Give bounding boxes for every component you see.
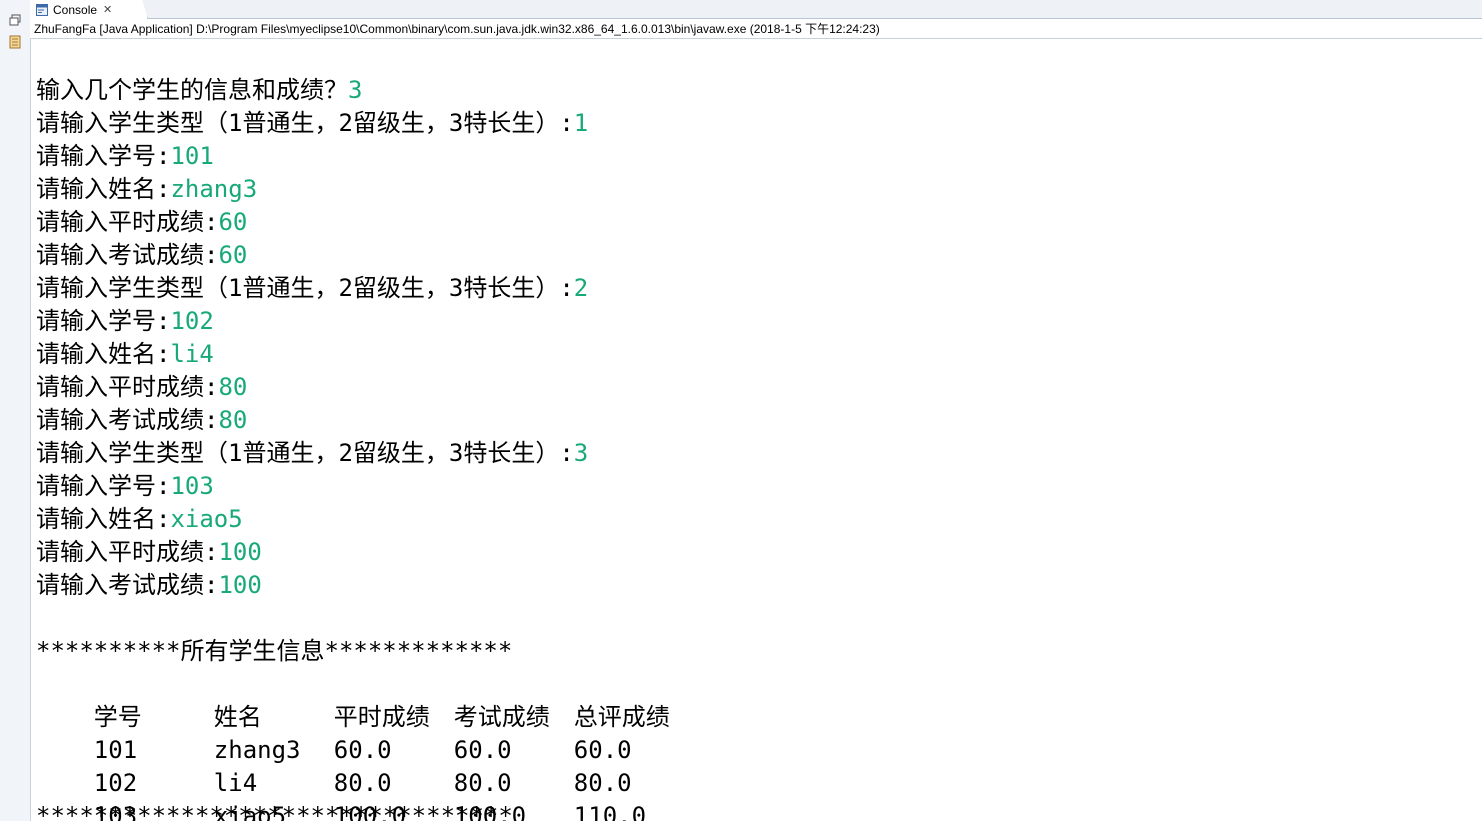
prompt-text: 请输入平时成绩: bbox=[36, 208, 219, 236]
console-prompt-line: 请输入考试成绩:100 bbox=[36, 569, 1476, 602]
console-prompt-line: 请输入学生类型（1普通生，2留级生，3特长生）:1 bbox=[36, 107, 1476, 140]
console-prompt-line: 请输入学号:101 bbox=[36, 140, 1476, 173]
table-cell: li4 bbox=[213, 769, 258, 797]
prompt-text: 请输入学号: bbox=[36, 142, 171, 170]
console-prompt-line: 请输入平时成绩:60 bbox=[36, 206, 1476, 239]
view-tab-bar: Console ✕ bbox=[30, 0, 1482, 19]
prompt-text: 输入几个学生的信息和成绩？ bbox=[36, 76, 348, 104]
user-input-text: zhang3 bbox=[170, 175, 258, 203]
prompt-text: 请输入考试成绩: bbox=[36, 571, 219, 599]
prompt-text: 请输入平时成绩: bbox=[36, 538, 219, 566]
console-prompt-line: 请输入姓名:zhang3 bbox=[36, 173, 1476, 206]
footer-line: ********************************* bbox=[36, 802, 513, 821]
prompt-text: 请输入学生类型（1普通生，2留级生，3特长生）: bbox=[36, 439, 574, 467]
tab-console-label: Console bbox=[53, 2, 98, 17]
restore-button[interactable] bbox=[5, 10, 25, 30]
table-cell: 60.0 bbox=[453, 736, 512, 764]
user-input-text: 80 bbox=[218, 373, 248, 401]
prompt-lines: 输入几个学生的信息和成绩？3 请输入学生类型（1普通生，2留级生，3特长生）:1 请… bbox=[36, 74, 1476, 602]
minimize-icon bbox=[9, 35, 21, 49]
summary-header: **********所有学生信息************* bbox=[36, 637, 513, 665]
table-cell: 60.0 bbox=[333, 736, 392, 764]
console-prompt-line: 请输入平时成绩:100 bbox=[36, 536, 1476, 569]
column-header: 考试成绩 bbox=[453, 703, 550, 731]
tab-console[interactable]: Console ✕ bbox=[30, 0, 148, 19]
close-icon[interactable]: ✕ bbox=[103, 3, 112, 16]
table-cell: 80.0 bbox=[333, 769, 392, 797]
column-header: 总评成绩 bbox=[573, 703, 670, 731]
console-prompt-line: 请输入姓名:li4 bbox=[36, 338, 1476, 371]
console-prompt-line: 请输入平时成绩:80 bbox=[36, 371, 1476, 404]
table-cell: 80.0 bbox=[453, 769, 512, 797]
prompt-text: 请输入学号: bbox=[36, 307, 171, 335]
user-input-text: 100 bbox=[218, 538, 262, 566]
user-input-text: 3 bbox=[348, 76, 363, 104]
prompt-text: 请输入平时成绩: bbox=[36, 373, 219, 401]
minimized-view-button[interactable] bbox=[5, 32, 25, 52]
user-input-text: 80 bbox=[218, 406, 248, 434]
user-input-text: 1 bbox=[573, 109, 589, 137]
console-icon bbox=[36, 3, 48, 16]
prompt-text: 请输入姓名: bbox=[36, 340, 171, 368]
prompt-text: 请输入学生类型（1普通生，2留级生，3特长生）: bbox=[36, 274, 574, 302]
table-cell: 80.0 bbox=[573, 769, 632, 797]
table-header-row: 学号 姓名 平时成绩 考试成绩 总评成绩 bbox=[36, 668, 1476, 731]
console-prompt-line: 请输入学号:102 bbox=[36, 305, 1476, 338]
console-prompt-line: 输入几个学生的信息和成绩？3 bbox=[36, 74, 1476, 107]
console-output[interactable]: 输入几个学生的信息和成绩？3 请输入学生类型（1普通生，2留级生，3特长生）:1 请… bbox=[36, 74, 1476, 821]
column-header: 姓名 bbox=[213, 703, 262, 731]
user-input-text: 60 bbox=[218, 208, 248, 236]
user-input-text: li4 bbox=[170, 340, 214, 368]
console-prompt-line: 请输入考试成绩:60 bbox=[36, 239, 1476, 272]
table-cell: 101 bbox=[93, 736, 138, 764]
prompt-text: 请输入考试成绩: bbox=[36, 241, 219, 269]
user-input-text: 3 bbox=[573, 439, 589, 467]
console-prompt-line: 请输入学生类型（1普通生，2留级生，3特长生）:3 bbox=[36, 437, 1476, 470]
left-toolbar bbox=[0, 0, 31, 821]
table-cell: 102 bbox=[93, 769, 138, 797]
console-prompt-line: 请输入学号:103 bbox=[36, 470, 1476, 503]
column-header: 学号 bbox=[93, 703, 142, 731]
prompt-text: 请输入姓名: bbox=[36, 175, 171, 203]
prompt-text: 请输入考试成绩: bbox=[36, 406, 219, 434]
prompt-text: 请输入学生类型（1普通生，2留级生，3特长生）: bbox=[36, 109, 574, 137]
user-input-text: 100 bbox=[218, 571, 262, 599]
console-prompt-line: 请输入学生类型（1普通生，2留级生，3特长生）:2 bbox=[36, 272, 1476, 305]
table-cell: 110.0 bbox=[573, 802, 647, 821]
user-input-text: xiao5 bbox=[170, 505, 243, 533]
prompt-text: 请输入姓名: bbox=[36, 505, 171, 533]
table-cell: zhang3 bbox=[213, 736, 301, 764]
user-input-text: 101 bbox=[170, 142, 214, 170]
user-input-text: 103 bbox=[170, 472, 214, 500]
user-input-text: 2 bbox=[573, 274, 589, 302]
prompt-text: 请输入学号: bbox=[36, 472, 171, 500]
console-prompt-line: 请输入姓名:xiao5 bbox=[36, 503, 1476, 536]
console-prompt-line: 请输入考试成绩:80 bbox=[36, 404, 1476, 437]
user-input-text: 60 bbox=[218, 241, 248, 269]
user-input-text: 102 bbox=[170, 307, 214, 335]
column-header: 平时成绩 bbox=[333, 703, 430, 731]
process-label: ZhuFangFa [Java Application] D:\Program … bbox=[30, 19, 1482, 39]
table-cell: 60.0 bbox=[573, 736, 632, 764]
restore-icon bbox=[9, 14, 21, 26]
